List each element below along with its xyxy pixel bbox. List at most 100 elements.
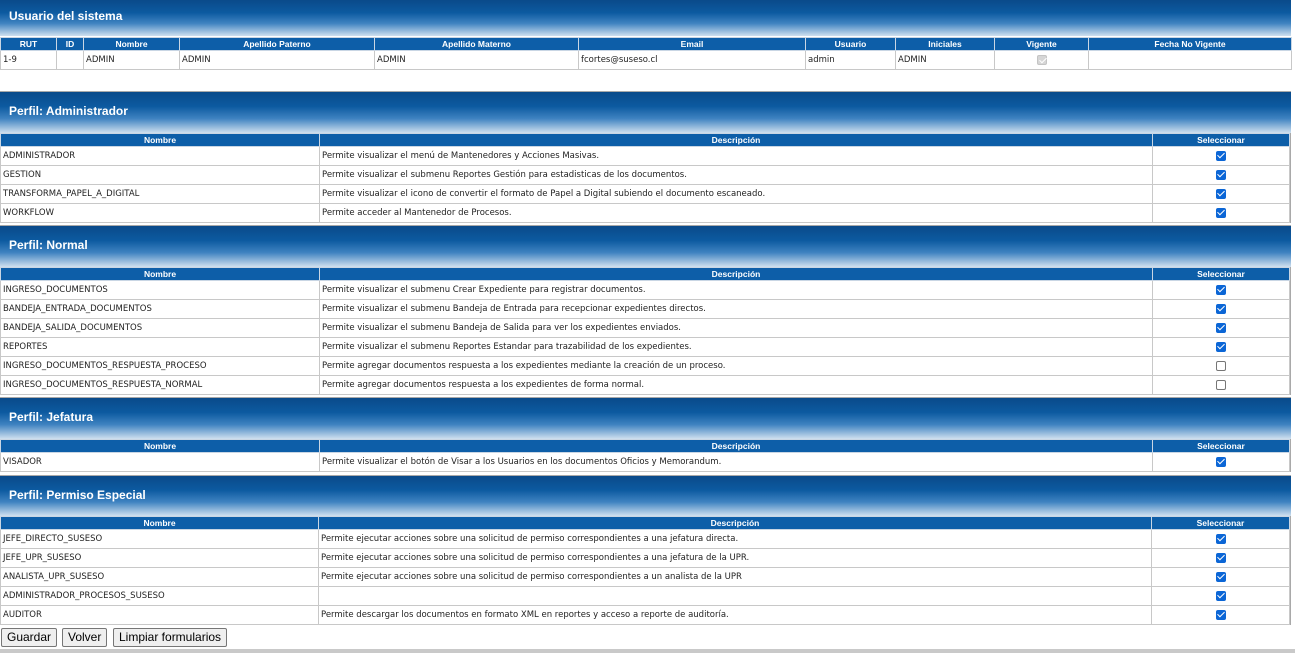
permission-checkbox[interactable]: [1215, 590, 1226, 601]
permission-checkbox[interactable]: [1216, 284, 1226, 295]
permission-name: AUDITOR: [0, 605, 319, 625]
permission-name: VISADOR: [0, 452, 320, 472]
table-row: GESTION Permite visualizar el submenu Rep…: [0, 165, 1290, 185]
user-rut: 1-9: [0, 50, 57, 70]
permission-select-cell: [1152, 299, 1290, 319]
table-row: TRANSFORMA_PAPEL_A_DIGITAL Permite visual…: [0, 184, 1290, 204]
permission-select-cell: [1152, 184, 1290, 204]
col-header-descripcion: Descripción: [319, 267, 1153, 281]
permission-description: Permite descargar los documentos en form…: [318, 605, 1152, 625]
user-nombre: ADMIN: [83, 50, 180, 70]
col-header-usuario: Usuario: [805, 37, 896, 51]
table-row: INGRESO_DOCUMENTOS_RESPUESTA_PROCESO Perm…: [0, 356, 1290, 376]
permission-checkbox[interactable]: [1215, 609, 1226, 620]
table-row: ADMINISTRADOR_PROCESOS_SUSESO: [0, 586, 1290, 606]
profile-table-header: Nombre Descripción Seleccionar: [0, 439, 1290, 453]
table-row: ANALISTA_UPR_SUSESO Permite ejecutar acci…: [0, 567, 1290, 587]
save-button[interactable]: Guardar: [1, 628, 58, 647]
permission-name: REPORTES: [0, 337, 320, 357]
permission-description: Permite visualizar el submenu Bandeja de…: [319, 318, 1153, 338]
col-header-id: ID: [56, 37, 84, 51]
permission-checkbox[interactable]: [1216, 456, 1226, 467]
permission-description: Permite visualizar el submenu Reportes G…: [319, 165, 1153, 185]
user-id: [56, 50, 84, 70]
permission-description: [318, 586, 1152, 606]
col-header-vigente: Vigente: [994, 37, 1089, 51]
vigente-checkbox: [1036, 54, 1047, 65]
profile-header: Perfil: Permiso Especial: [0, 476, 1291, 516]
table-row: BANDEJA_SALIDA_DOCUMENTOS Permite visuali…: [0, 318, 1290, 338]
profile-title: Perfil: Administrador: [9, 104, 128, 118]
col-header-apellido-materno: Apellido Materno: [374, 37, 579, 51]
col-header-descripcion: Descripción: [319, 439, 1153, 453]
user-email: fcortes@suseso.cl: [578, 50, 806, 70]
user-apellido-materno: ADMIN: [374, 50, 579, 70]
permission-select-cell: [1151, 605, 1290, 625]
clear-forms-button[interactable]: Limpiar formularios: [113, 628, 228, 647]
profile-header: Perfil: Jefatura: [0, 398, 1291, 439]
permission-select-cell: [1152, 337, 1290, 357]
profile-header: Perfil: Administrador: [0, 92, 1291, 133]
permission-checkbox[interactable]: [1215, 533, 1226, 544]
permission-select-cell: [1152, 356, 1290, 376]
profile-table-header: Nombre Descripción Seleccionar: [0, 133, 1290, 147]
col-header-nombre: Nombre: [0, 133, 320, 147]
permission-checkbox[interactable]: [1216, 360, 1226, 371]
permission-select-cell: [1152, 203, 1290, 223]
col-header-apellido-paterno: Apellido Paterno: [179, 37, 375, 51]
permission-name: BANDEJA_ENTRADA_DOCUMENTOS: [0, 299, 320, 319]
permission-description: Permite visualizar el icono de convertir…: [319, 184, 1153, 204]
table-row: JEFE_DIRECTO_SUSESO Permite ejecutar acci…: [0, 529, 1290, 549]
permission-name: ANALISTA_UPR_SUSESO: [0, 567, 319, 587]
permission-select-cell: [1152, 146, 1290, 166]
profile-table: Nombre Descripción Seleccionar ADMINISTRADO…: [0, 133, 1290, 223]
profile-table: Nombre Descripción Seleccionar INGRESO_DOCU…: [0, 267, 1290, 395]
permission-name: INGRESO_DOCUMENTOS_RESPUESTA_PROCESO: [0, 356, 320, 376]
permission-checkbox[interactable]: [1216, 379, 1226, 390]
permission-description: Permite visualizar el menú de Mantenedor…: [319, 146, 1153, 166]
col-header-rut: RUT: [0, 37, 57, 51]
permission-checkbox[interactable]: [1215, 552, 1226, 563]
col-header-seleccionar: Seleccionar: [1152, 267, 1290, 281]
permission-description: Permite agregar documentos respuesta a l…: [319, 356, 1153, 376]
permission-select-cell: [1152, 280, 1290, 300]
user-row: 1-9 ADMIN ADMIN ADMIN fcortes@suseso.cl …: [0, 50, 1292, 70]
permission-checkbox[interactable]: [1216, 150, 1226, 161]
permission-description: Permite ejecutar acciones sobre una soli…: [318, 567, 1152, 587]
col-header-descripcion: Descripción: [318, 516, 1152, 530]
permission-name: JEFE_UPR_SUSESO: [0, 548, 319, 568]
permission-checkbox[interactable]: [1216, 322, 1226, 333]
permission-description: Permite visualizar el botón de Visar a l…: [319, 452, 1153, 472]
col-header-seleccionar: Seleccionar: [1152, 439, 1290, 453]
permission-checkbox[interactable]: [1216, 207, 1226, 218]
permission-select-cell: [1151, 529, 1290, 549]
permission-name: INGRESO_DOCUMENTOS_RESPUESTA_NORMAL: [0, 375, 320, 395]
permission-select-cell: [1152, 375, 1290, 395]
permission-select-cell: [1152, 318, 1290, 338]
permission-checkbox[interactable]: [1216, 341, 1226, 352]
back-button[interactable]: Volver: [62, 628, 108, 647]
table-row: ADMINISTRADOR Permite visualizar el menú …: [0, 146, 1290, 166]
permission-checkbox[interactable]: [1216, 169, 1226, 180]
user-section-title: Usuario del sistema: [9, 9, 123, 23]
permission-name: JEFE_DIRECTO_SUSESO: [0, 529, 319, 549]
permission-select-cell: [1152, 165, 1290, 185]
permission-checkbox[interactable]: [1216, 303, 1226, 314]
permission-description: Permite visualizar el submenu Bandeja de…: [319, 299, 1153, 319]
permission-name: BANDEJA_SALIDA_DOCUMENTOS: [0, 318, 320, 338]
permission-description: Permite acceder al Mantenedor de Proceso…: [319, 203, 1153, 223]
user-usuario: admin: [805, 50, 896, 70]
col-header-nombre: Nombre: [83, 37, 180, 51]
col-header-nombre: Nombre: [0, 516, 319, 530]
footer-bar: [0, 649, 1295, 653]
user-vigente-cell: [994, 50, 1089, 70]
permission-description: Permite ejecutar acciones sobre una soli…: [318, 529, 1152, 549]
col-header-seleccionar: Seleccionar: [1152, 133, 1290, 147]
permission-description: Permite visualizar el submenu Crear Expe…: [319, 280, 1153, 300]
permission-checkbox[interactable]: [1216, 188, 1226, 199]
permission-checkbox[interactable]: [1215, 571, 1226, 582]
table-row: JEFE_UPR_SUSESO Permite ejecutar acciones…: [0, 548, 1290, 568]
permission-name: ADMINISTRADOR_PROCESOS_SUSESO: [0, 586, 319, 606]
profile-title: Perfil: Permiso Especial: [9, 488, 146, 502]
permission-name: GESTION: [0, 165, 320, 185]
